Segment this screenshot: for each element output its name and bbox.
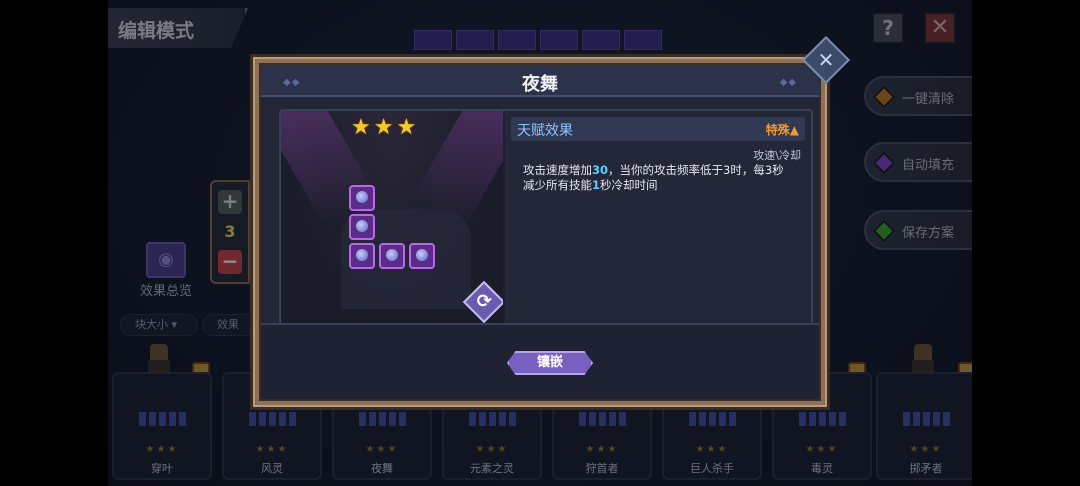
dialog-footer: 镶嵌: [261, 323, 819, 399]
game-screen: 编辑模式 ? ✕ 一键清除 自动填充 保存方案 ◉ 效果总览 + 3 − 块大小…: [108, 0, 972, 486]
talent-header: 天赋效果 特殊▲: [511, 117, 805, 141]
detail-panel: ★★★ ⟳ 天赋效果 特殊▲ 攻速\冷却 攻击速度增加30，当你的攻击频率低于3…: [279, 109, 813, 325]
talent-description: 攻击速度增加30，当你的攻击频率低于3时，每3秒减少所有技能1秒冷却时间: [523, 163, 793, 193]
rarity-stars: ★★★: [351, 115, 420, 140]
inlay-button[interactable]: 镶嵌: [507, 351, 593, 375]
talent-heading: 天赋效果: [517, 123, 573, 139]
desc-part: 攻击速度增加: [523, 163, 592, 177]
rune-detail-dialog: ◆◆ 夜舞 ◆◆ ★★★ ⟳ 天赋效果 特殊▲ 攻速\冷却 攻击速度增加30，当…: [250, 35, 851, 410]
desc-part: 秒冷却时间: [600, 178, 658, 192]
talent-category: 攻速\冷却: [753, 149, 801, 162]
dialog-body: ◆◆ 夜舞 ◆◆ ★★★ ⟳ 天赋效果 特殊▲ 攻速\冷却 攻击速度增加30，当…: [259, 63, 821, 401]
desc-highlight: 1: [592, 178, 601, 192]
shape-cell: [409, 243, 435, 269]
close-icon: ✕: [817, 48, 835, 72]
shape-cell: [349, 214, 375, 240]
special-tag[interactable]: 特殊▲: [766, 121, 799, 138]
shape-preview: ★★★ ⟳: [281, 111, 503, 323]
header-ornament: ◆◆: [779, 77, 797, 88]
shape-cell: [349, 243, 375, 269]
talent-info: 天赋效果 特殊▲ 攻速\冷却 攻击速度增加30，当你的攻击频率低于3时，每3秒减…: [505, 111, 811, 323]
dialog-title: 夜舞: [522, 74, 558, 95]
shape-cell: [379, 243, 405, 269]
rotate-icon: ⟳: [476, 291, 492, 313]
shape-cell: [349, 185, 375, 211]
desc-highlight: 30: [592, 163, 609, 177]
dialog-header: ◆◆ 夜舞 ◆◆: [261, 65, 819, 97]
